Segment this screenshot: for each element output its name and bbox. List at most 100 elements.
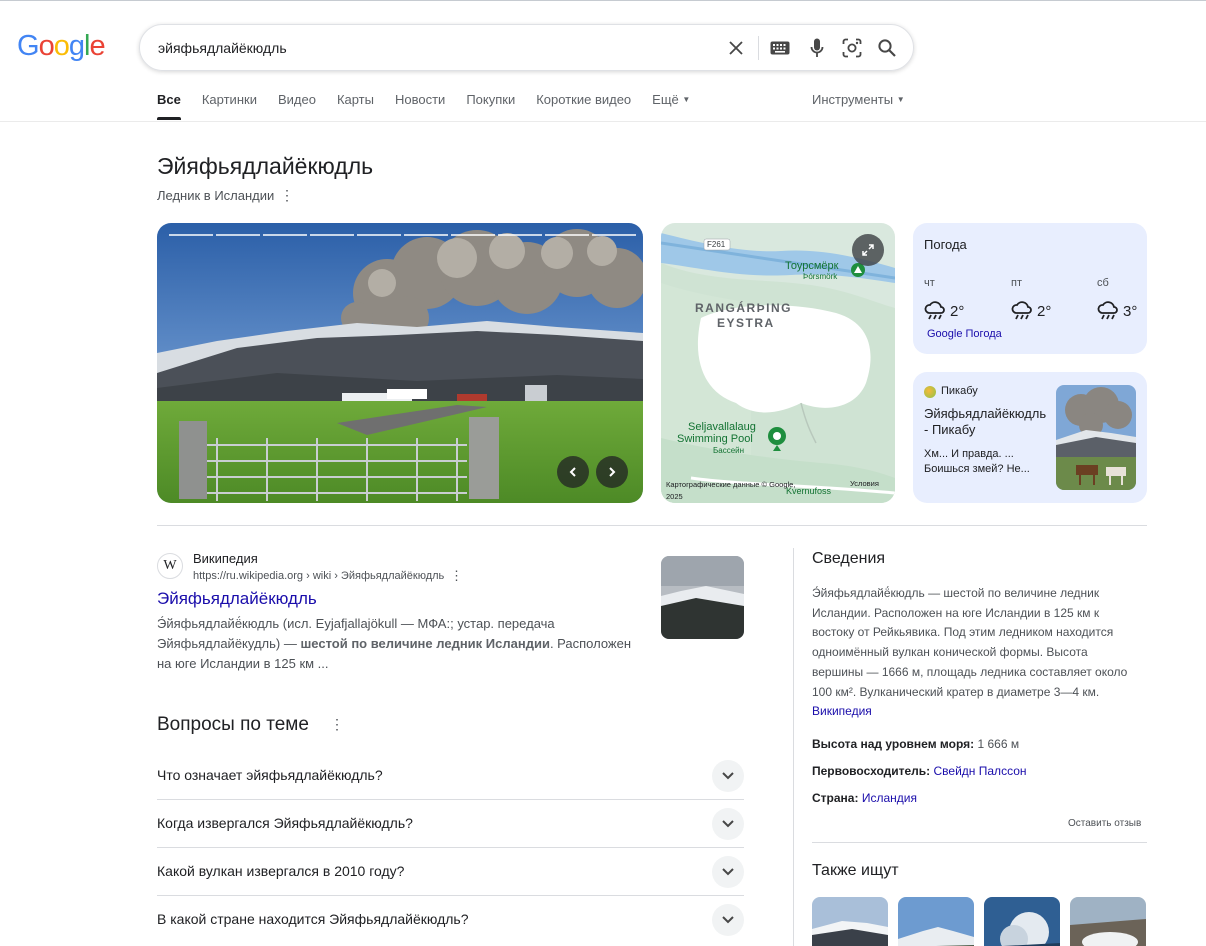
paa-question[interactable]: Когда извергался Эйяфьядлайёкюдль? — [157, 800, 744, 848]
map-poi-label: Seljavallalaug — [688, 421, 756, 433]
map-region-label: EYSTRA — [717, 316, 775, 330]
snippet-highlight: шестой по величине ледник Исландии — [300, 636, 550, 651]
pikabu-snippet: Хм... И правда. ... Боишься змей? Не... — [924, 448, 1030, 475]
map-card[interactable]: F261 Тоурсмёрк Þórsmörk RANGÁRÞING EYSTR… — [661, 223, 895, 503]
tools-button[interactable]: Инструменты ▼ — [812, 92, 905, 107]
map-place-label: Тоурсмёрк — [785, 260, 839, 272]
result-url: https://ru.wikipedia.org › wiki › Эйяфья… — [193, 570, 445, 582]
search-input[interactable] — [158, 37, 718, 59]
also-search-title: Также ищут — [812, 862, 899, 879]
tab-maps[interactable]: Карты — [337, 92, 374, 120]
info-title: Сведения — [812, 550, 886, 567]
lens-icon[interactable] — [840, 36, 864, 60]
paa-question-text: Какой вулкан извергался в 2010 году? — [157, 863, 405, 879]
result-site-name: Википедия — [193, 551, 258, 566]
paa-question-text: Когда извергался Эйяфьядлайёкюдль? — [157, 815, 413, 831]
kp-title: Эйяфьядлайёкюдль — [157, 153, 374, 179]
paa-question[interactable]: Что означает эйяфьядлайёкюдль? — [157, 752, 744, 800]
weather-title: Погода — [924, 237, 967, 252]
paa-question[interactable]: Какой вулкан извергался в 2010 году? — [157, 848, 744, 896]
search-divider — [758, 36, 759, 60]
tab-news[interactable]: Новости — [395, 92, 445, 120]
result-thumbnail[interactable] — [661, 556, 744, 639]
expand-icon[interactable] — [852, 234, 884, 266]
tab-more-label: Ещё — [652, 92, 679, 107]
related-search-thumbnail[interactable] — [984, 897, 1060, 946]
wikipedia-link[interactable]: Википедия — [812, 704, 872, 718]
google-logo[interactable]: Google — [17, 30, 106, 63]
paa-question-text: В какой стране находится Эйяфьядлайёкюдл… — [157, 911, 469, 927]
map-road-label: F261 — [707, 240, 726, 249]
chevron-down-icon[interactable] — [712, 904, 744, 936]
section-divider — [812, 842, 1147, 843]
related-search-thumbnail[interactable] — [812, 897, 888, 946]
clear-icon[interactable] — [724, 36, 748, 60]
microphone-icon[interactable] — [805, 36, 829, 60]
logo-letter: G — [17, 30, 40, 62]
search-tabs: Все Картинки Видео Карты Новости Покупки… — [157, 92, 711, 120]
weather-card[interactable]: Погода чт пт сб 2° 2° 3° Google Погода — [913, 223, 1147, 354]
logo-letter: o — [38, 30, 55, 62]
paa-question[interactable]: В какой стране находится Эйяфьядлайёкюдл… — [157, 896, 744, 944]
chevron-down-icon[interactable] — [712, 808, 744, 840]
fact-first-ascent: Первовосходитель: Свейдн Палссон — [812, 764, 1027, 778]
tab-images[interactable]: Картинки — [202, 92, 257, 120]
chevron-down-icon[interactable] — [712, 856, 744, 888]
fact-value-link[interactable]: Свейдн Палссон — [934, 764, 1027, 778]
image-carousel[interactable] — [157, 223, 643, 503]
carousel-prev-button[interactable] — [557, 456, 589, 488]
tools-label: Инструменты — [812, 92, 894, 107]
tab-more[interactable]: Ещё ▼ — [652, 92, 690, 120]
pikabu-card[interactable]: Пикабу Эйяфьядлайёкюдль - Пикабу Хм... И… — [913, 372, 1147, 503]
carousel-progress — [169, 234, 636, 236]
tab-short-videos[interactable]: Короткие видео — [536, 92, 631, 120]
chevron-down-icon[interactable] — [712, 760, 744, 792]
panel-divider — [793, 548, 794, 946]
rain-cloud-icon — [924, 301, 945, 320]
tab-video[interactable]: Видео — [278, 92, 316, 120]
fact-value-link[interactable]: Исландия — [862, 791, 917, 805]
result-snippet: Э́йяфьядлайё́кюдль (исл. Eyjafjallajökul… — [157, 614, 642, 674]
related-search-thumbnail[interactable] — [1070, 897, 1146, 946]
map-attribution: Картографические данные © Google, 2025 — [666, 480, 796, 501]
fact-value: 1 666 м — [974, 737, 1020, 751]
weather-day: пт — [1011, 277, 1022, 289]
search-icon[interactable] — [875, 36, 899, 60]
more-options-icon[interactable]: ⋮ — [450, 568, 463, 584]
rain-cloud-icon — [1097, 301, 1118, 320]
map-poi-type: Бассейн — [713, 446, 745, 455]
paa-question-text: Что означает эйяфьядлайёкюдль? — [157, 767, 383, 783]
info-description-text: Э́йяфьядлайё́кюдль — шестой по величине … — [812, 586, 1128, 699]
more-options-icon[interactable]: ⋮ — [280, 187, 294, 204]
logo-letter: e — [89, 30, 105, 62]
window-top-border — [0, 0, 1206, 1]
feedback-link[interactable]: Оставить отзыв — [1068, 818, 1141, 829]
pikabu-thumbnail — [1056, 385, 1136, 490]
pikabu-source: Пикабу — [941, 385, 978, 397]
tab-shopping[interactable]: Покупки — [466, 92, 515, 120]
weather-temp: 2° — [1037, 302, 1052, 320]
fact-elevation: Высота над уровнем моря: 1 666 м — [812, 737, 1019, 751]
carousel-next-button[interactable] — [596, 456, 628, 488]
map-image — [661, 223, 895, 503]
logo-letter: g — [68, 30, 85, 62]
google-weather-link[interactable]: Google Погода — [927, 328, 1002, 340]
header-divider — [0, 121, 1206, 122]
pikabu-title: Эйяфьядлайёкюдль - Пикабу — [924, 406, 1047, 437]
info-description: Э́йяфьядлайё́кюдль — шестой по величине … — [812, 584, 1142, 722]
caret-down-icon: ▼ — [896, 95, 905, 104]
wikipedia-favicon: W — [157, 553, 183, 579]
tab-all[interactable]: Все — [157, 92, 181, 120]
more-options-icon[interactable]: ⋮ — [330, 716, 344, 733]
fact-country: Страна: Исландия — [812, 791, 917, 805]
pikabu-favicon — [924, 386, 936, 398]
result-title-link[interactable]: Эйяфьядлайёкюдль — [157, 589, 317, 609]
weather-day: чт — [924, 277, 935, 289]
weather-day: сб — [1097, 277, 1109, 289]
chevron-right-icon — [609, 467, 616, 477]
chevron-left-icon — [569, 467, 576, 477]
keyboard-icon[interactable] — [768, 36, 792, 60]
caret-down-icon: ▼ — [682, 95, 691, 104]
related-search-thumbnail[interactable] — [898, 897, 974, 946]
map-terms-link[interactable]: Условия — [850, 479, 879, 488]
